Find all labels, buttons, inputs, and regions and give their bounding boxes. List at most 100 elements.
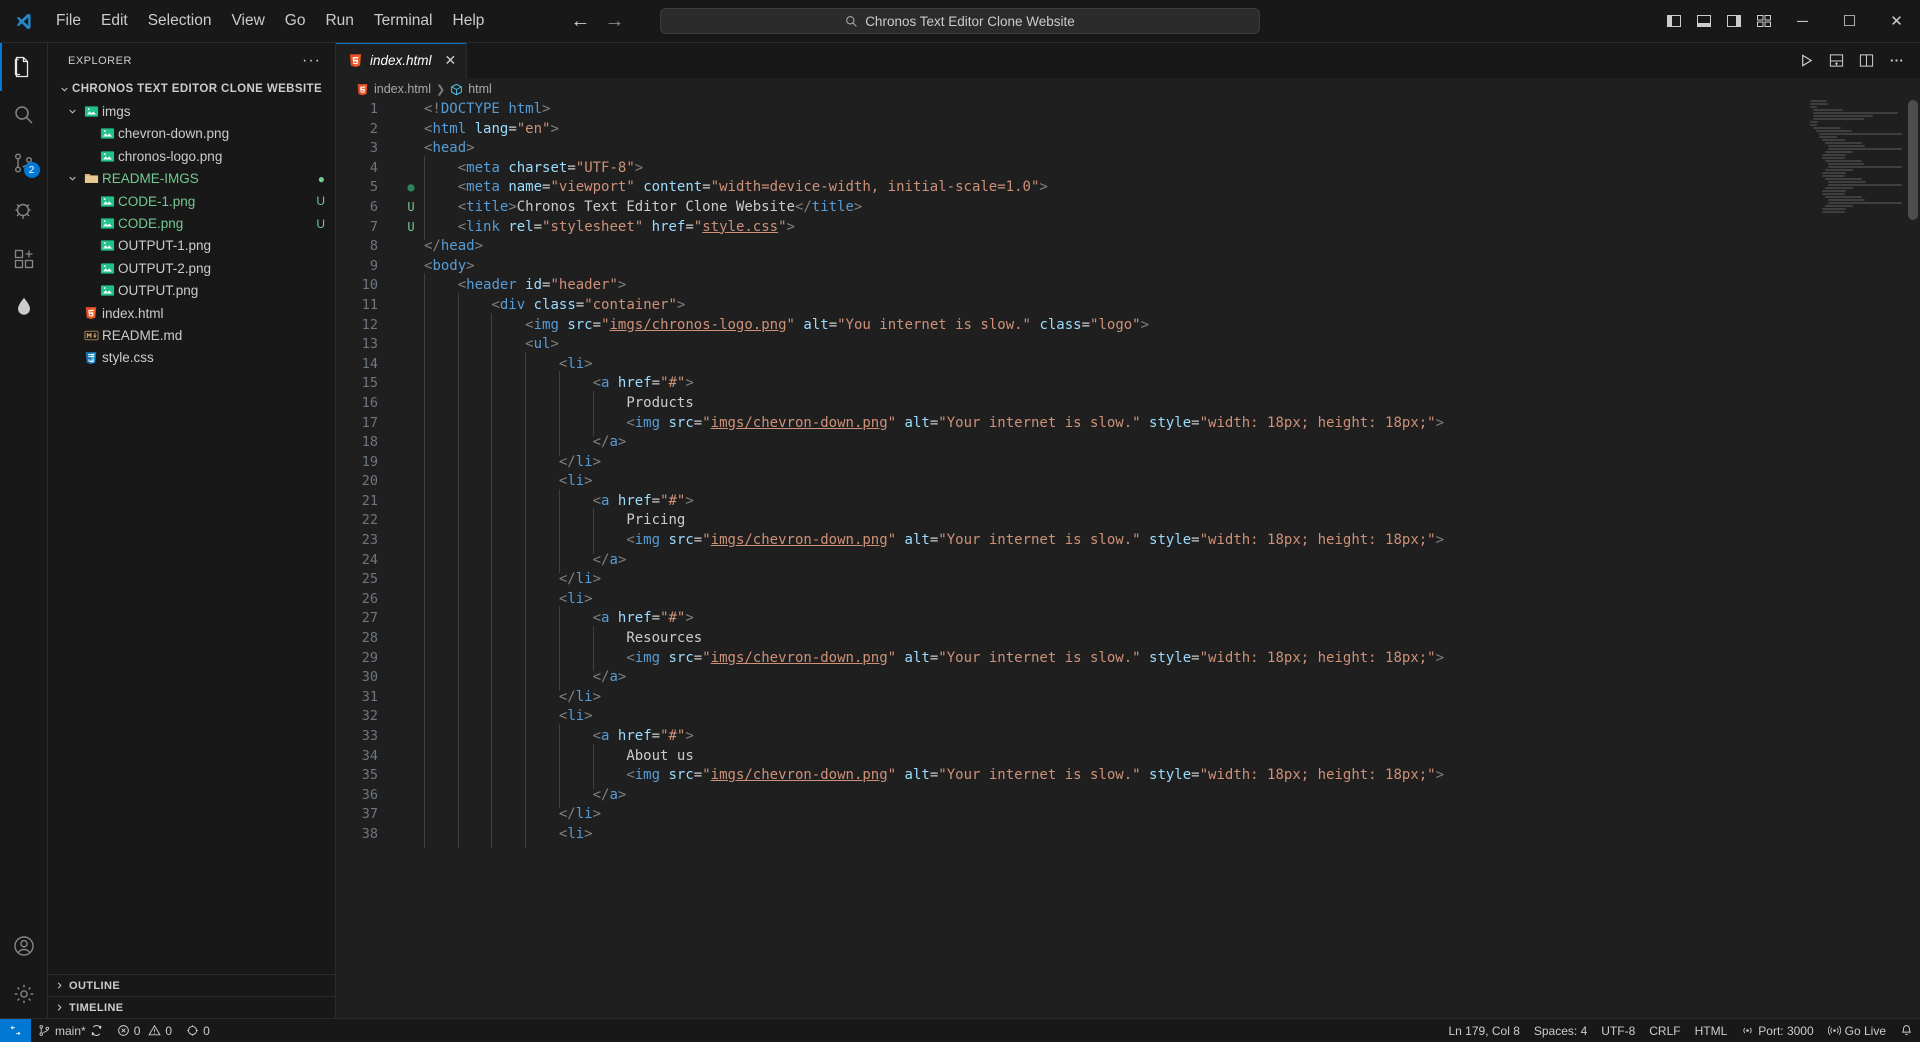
more-actions-icon[interactable] xyxy=(1882,47,1910,75)
menu-selection[interactable]: Selection xyxy=(138,8,222,34)
menu-run[interactable]: Run xyxy=(315,8,363,34)
window-close-button[interactable]: ✕ xyxy=(1873,0,1920,42)
code-editor[interactable]: 1 <!DOCTYPE html> 2 <html lang="en"> 3 <head>… xyxy=(336,100,1920,1018)
tree-item-index-html[interactable]: index.html xyxy=(48,302,335,324)
code-text: </li> xyxy=(422,684,601,710)
encoding-item[interactable]: UTF-8 xyxy=(1594,1019,1642,1042)
token-str: " xyxy=(601,316,610,333)
token-str: "width: 18px; height: 18px;" xyxy=(1199,649,1436,666)
tree-item-output-png[interactable]: OUTPUT.png xyxy=(48,280,335,302)
menu-view[interactable]: View xyxy=(221,8,274,34)
tree-item-label: README.md xyxy=(102,327,183,343)
git-branch-label: main* xyxy=(55,1023,86,1038)
split-editor-down-icon[interactable] xyxy=(1822,47,1850,75)
sidebar-item-run-and-debug[interactable] xyxy=(0,187,48,235)
sidebar-title: EXPLORER xyxy=(68,54,132,67)
notifications-bell-icon[interactable] xyxy=(1893,1019,1920,1042)
token-link[interactable]: imgs/chevron-down.png xyxy=(711,415,888,431)
line-number: 30 xyxy=(361,669,378,686)
outline-section[interactable]: OUTLINE xyxy=(48,974,335,996)
tree-item-style-css[interactable]: style.css xyxy=(48,347,335,369)
menu-go[interactable]: Go xyxy=(275,8,316,34)
eol-item[interactable]: CRLF xyxy=(1642,1019,1687,1042)
tree-item-readme-imgs[interactable]: README-IMGS ● xyxy=(48,168,335,190)
image-file-icon xyxy=(96,283,118,298)
tree-item-chronos-logo-png[interactable]: chronos-logo.png xyxy=(48,145,335,167)
menu-edit[interactable]: Edit xyxy=(91,8,138,34)
token-attr: style xyxy=(1149,649,1192,666)
manage-settings-button[interactable] xyxy=(0,970,48,1018)
ports-item[interactable]: 0 xyxy=(179,1019,217,1042)
line-number: 6 xyxy=(369,198,378,215)
close-icon[interactable]: ✕ xyxy=(445,52,457,69)
window-minimize-button[interactable]: ─ xyxy=(1779,0,1826,42)
sidebar-item-live-share[interactable] xyxy=(0,283,48,331)
command-center[interactable]: Chronos Text Editor Clone Website xyxy=(660,8,1260,34)
accounts-button[interactable] xyxy=(0,922,48,970)
code-line: 3 <head> xyxy=(336,139,1920,159)
token-brk: > xyxy=(685,610,694,627)
tree-item-output-1-png[interactable]: OUTPUT-1.png xyxy=(48,235,335,257)
title-bar: File Edit Selection View Go Run Terminal… xyxy=(0,0,1920,43)
tab-index-html[interactable]: index.html ✕ xyxy=(336,43,468,78)
breadcrumb-file[interactable]: index.html xyxy=(356,82,431,96)
window-maximize-button[interactable]: ☐ xyxy=(1826,0,1873,42)
tree-item-code-png[interactable]: CODE.png U xyxy=(48,212,335,234)
menu-terminal[interactable]: Terminal xyxy=(364,8,443,34)
token-brk: > xyxy=(1435,649,1445,666)
token-link[interactable]: imgs/chevron-down.png xyxy=(711,650,888,666)
code-line: 11 <div class="container"> xyxy=(336,292,1920,319)
go-forward-icon[interactable]: → xyxy=(604,11,624,31)
token-brk: > xyxy=(592,453,602,470)
customize-layout-icon[interactable] xyxy=(1749,0,1779,42)
tree-item-code-1-png[interactable]: CODE-1.png U xyxy=(48,190,335,212)
broadcast-icon xyxy=(1741,1024,1754,1037)
editor-vertical-scrollbar[interactable] xyxy=(1906,100,1920,1018)
run-icon[interactable] xyxy=(1792,47,1820,75)
sidebar-item-explorer[interactable] xyxy=(0,43,48,91)
tree-item-imgs[interactable]: imgs xyxy=(48,100,335,122)
token-link[interactable]: imgs/chevron-down.png xyxy=(711,767,888,783)
cursor-position-item[interactable]: Ln 179, Col 8 xyxy=(1441,1019,1526,1042)
token-link[interactable]: imgs/chevron-down.png xyxy=(711,532,888,548)
menu-file[interactable]: File xyxy=(46,8,91,34)
breadcrumb-symbol[interactable]: html xyxy=(450,82,492,96)
indent-guide xyxy=(424,351,458,377)
toggle-secondary-sidebar-icon[interactable] xyxy=(1719,0,1749,42)
language-mode-item[interactable]: HTML xyxy=(1688,1019,1735,1042)
tree-item-output-2-png[interactable]: OUTPUT-2.png xyxy=(48,257,335,279)
go-live-item[interactable]: Go Live xyxy=(1821,1019,1893,1042)
token-tag: img xyxy=(634,414,661,431)
token-link[interactable]: style.css xyxy=(702,219,778,235)
token-str: "#" xyxy=(660,610,686,627)
toggle-panel-icon[interactable] xyxy=(1689,0,1719,42)
problems-item[interactable]: 0 0 xyxy=(110,1019,179,1042)
sidebar-item-extensions[interactable] xyxy=(0,235,48,283)
code-line: 17 <img src="imgs/chevron-down.png" alt=… xyxy=(336,410,1920,436)
scrollbar-thumb[interactable] xyxy=(1908,100,1918,220)
sidebar-more-actions-icon[interactable]: ··· xyxy=(296,52,327,70)
tree-item-readme-md[interactable]: README.md xyxy=(48,324,335,346)
tree-item-chevron-down-png[interactable]: chevron-down.png xyxy=(48,123,335,145)
code-line: 1 <!DOCTYPE html> xyxy=(336,100,1920,120)
remote-indicator[interactable] xyxy=(0,1019,31,1042)
token-attr: style xyxy=(1149,414,1192,431)
tree-root-folder[interactable]: CHRONOS TEXT EDITOR CLONE WEBSITE xyxy=(48,78,335,100)
token-link[interactable]: imgs/chronos-logo.png xyxy=(610,317,787,333)
git-branch-item[interactable]: main* xyxy=(31,1019,110,1042)
code-scroll-area[interactable]: 1 <!DOCTYPE html> 2 <html lang="en"> 3 <head>… xyxy=(336,100,1920,1018)
indent-guide xyxy=(525,704,559,730)
token-brk: > xyxy=(584,590,593,607)
timeline-section[interactable]: TIMELINE xyxy=(48,996,335,1018)
sidebar-item-source-control[interactable]: 2 xyxy=(0,139,48,187)
live-server-port-item[interactable]: Port: 3000 xyxy=(1734,1019,1820,1042)
go-back-icon[interactable]: ← xyxy=(570,11,590,31)
toggle-primary-sidebar-icon[interactable] xyxy=(1659,0,1689,42)
sidebar-item-search[interactable] xyxy=(0,91,48,139)
code-text: <li> xyxy=(422,351,593,377)
menu-help[interactable]: Help xyxy=(443,8,495,34)
token-brk: > xyxy=(617,786,627,803)
indentation-item[interactable]: Spaces: 4 xyxy=(1527,1019,1594,1042)
source-control-badge: 2 xyxy=(23,162,40,178)
split-editor-right-icon[interactable] xyxy=(1852,47,1880,75)
